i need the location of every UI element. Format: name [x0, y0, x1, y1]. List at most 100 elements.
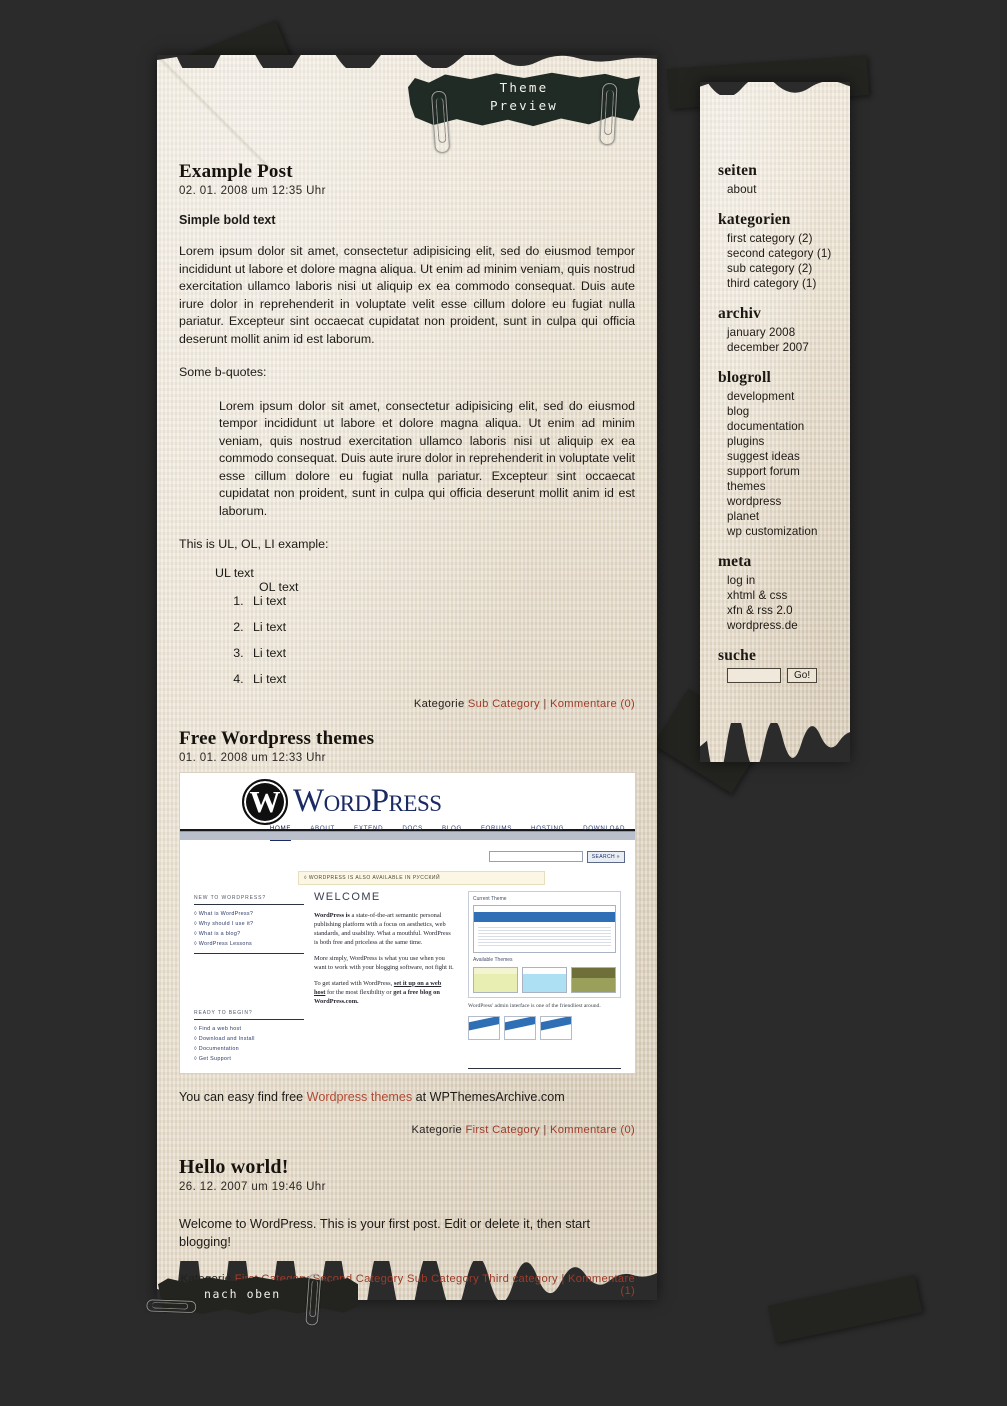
back-to-top-banner[interactable]: nach oben	[146, 1274, 358, 1326]
sidebar-list-meta: log in xhtml & css xfn & rss 2.0 wordpre…	[718, 573, 838, 633]
wp-nav-forums[interactable]: FORUMS	[481, 825, 512, 841]
sidebar-item-xfn-rss[interactable]: xfn & rss 2.0	[727, 603, 838, 618]
search-form: Go!	[718, 668, 838, 683]
sidebar-item-january-2008[interactable]: january 2008	[727, 325, 838, 340]
wp-left-link[interactable]: ◊ Find a web host	[194, 1026, 304, 1032]
search-input[interactable]	[727, 668, 781, 683]
sidebar-item-blog[interactable]: blog	[727, 404, 838, 419]
wp-left-link[interactable]: ◊ What is WordPress?	[194, 911, 304, 917]
wp-left-link[interactable]: ◊ WordPress Lessons	[194, 941, 304, 947]
list-item: Li text	[247, 672, 635, 686]
wp-logo: W WordPress	[242, 778, 442, 825]
post-free-wordpress-themes: Free Wordpress themes 01. 01. 2008 um 12…	[179, 728, 636, 1136]
post-title[interactable]: Free Wordpress themes	[179, 728, 635, 750]
wp-paragraph-3: To get started with WordPress, set it up…	[314, 979, 454, 1006]
wp-nav-blog[interactable]: BLOG	[442, 825, 462, 841]
wp-nav-about[interactable]: ABOUT	[310, 825, 335, 841]
search-go-button[interactable]: Go!	[787, 668, 818, 683]
sidebar-item-suggest-ideas[interactable]: suggest ideas	[727, 449, 838, 464]
list-item: Li text	[247, 594, 635, 608]
wp-search-input[interactable]	[488, 851, 583, 862]
sidebar-item-xhtml-css[interactable]: xhtml & css	[727, 588, 838, 603]
sidebar-item-log-in[interactable]: log in	[727, 573, 838, 588]
post-meta: Kategorie Sub Category | Kommentare (0)	[179, 698, 635, 710]
wp-left-link[interactable]: ◊ Why should I use it?	[194, 921, 304, 927]
ordered-list: Li text Li text Li text Li text	[225, 594, 635, 686]
back-to-top-label[interactable]: nach oben	[204, 1287, 281, 1301]
sidebar-item-development[interactable]: development	[727, 389, 838, 404]
sidebar-heading-kategorien: kategorien	[718, 211, 791, 228]
wordpress-w-icon: W	[242, 778, 288, 825]
post-date: 02. 01. 2008 um 12:35 Uhr	[179, 185, 326, 197]
wp-body: NEW TO WORDPRESS? ◊ What is WordPress? ◊…	[180, 890, 635, 1073]
tape-strip-bottom-right	[767, 1274, 923, 1344]
wp-para3-mid: for the most flexibility or	[325, 988, 394, 996]
sidebar-item-support-forum[interactable]: support forum	[727, 464, 838, 479]
sidebar-item-sub-category[interactable]: sub category (2)	[727, 261, 838, 276]
wp-para3-pre: To get started with WordPress,	[314, 979, 394, 987]
wp-nav-home[interactable]: HOME	[269, 825, 292, 841]
wp-theme-mini	[473, 966, 518, 993]
sidebar-item-third-category[interactable]: third category (1)	[727, 276, 838, 291]
wp-left-link[interactable]: ◊ Get Support	[194, 1056, 304, 1062]
post-paragraph: Lorem ipsum dolor sit amet, consectetur …	[179, 244, 635, 346]
ol-label: OL text	[259, 579, 299, 594]
sidebar-item-plugins[interactable]: plugins	[727, 434, 838, 449]
wp-available-themes	[473, 966, 616, 993]
wordpress-themes-link[interactable]: Wordpress themes	[307, 1090, 412, 1104]
sidebar-list-seiten: about	[718, 182, 838, 197]
sidebar-list-kategorien: first category (2) second category (1) s…	[718, 231, 838, 291]
sidebar-item-wordpress-de[interactable]: wordpress.de	[727, 618, 838, 633]
post-category-link[interactable]: First Category	[465, 1124, 539, 1136]
post-paragraph: Welcome to WordPress. This is your first…	[179, 1215, 591, 1249]
wp-search-button[interactable]: SEARCH »	[586, 850, 625, 863]
wp-search: SEARCH »	[488, 850, 625, 863]
sidebar-item-wordpress[interactable]: wordpress	[727, 494, 838, 509]
list-item: Li text	[247, 620, 635, 634]
wp-left-heading-1: NEW TO WORDPRESS?	[194, 895, 304, 905]
sidebar-item-about[interactable]: about	[727, 182, 838, 197]
post-category-link[interactable]: Sub Category	[468, 698, 540, 710]
wp-admin-preview-panel: Current Theme Available Themes	[468, 890, 621, 998]
wp-theme-mini	[522, 966, 567, 993]
sidebar-item-december-2007[interactable]: december 2007	[727, 340, 838, 355]
sidebar-heading-meta: meta	[718, 553, 752, 570]
sidebar-item-second-category[interactable]: second category (1)	[727, 246, 838, 261]
wp-nav-extend[interactable]: EXTEND	[354, 825, 383, 841]
post-list: Example Post 02. 01. 2008 um 12:35 Uhr S…	[179, 161, 636, 1300]
ul-item: UL text	[215, 565, 254, 580]
post-meta-label: Kategorie	[411, 1123, 463, 1136]
post-title[interactable]: Example Post	[179, 161, 635, 183]
post-lists: UL text OL text Li text Li text Li text …	[179, 566, 635, 686]
paperclip-icon	[430, 90, 451, 154]
meta-separator: |	[543, 1123, 547, 1136]
main-paper-sheet: Theme Preview Example Post 02. 01. 2008 …	[157, 55, 657, 1300]
wp-left-link[interactable]: ◊ Download and Install	[194, 1036, 304, 1042]
sidebar-item-themes[interactable]: themes	[727, 479, 838, 494]
wp-nav: HOME ABOUT EXTEND DOCS BLOG FORUMS HOSTI…	[180, 825, 635, 841]
post-title[interactable]: Hello world!	[179, 1156, 635, 1179]
paper-fold-shadow	[157, 55, 277, 175]
post-comments-link[interactable]: Kommentare (1)	[568, 1273, 635, 1297]
wp-feature-card	[468, 1016, 500, 1040]
wp-left-link[interactable]: ◊ What is a blog?	[194, 931, 304, 937]
wp-left-link[interactable]: ◊ Documentation	[194, 1046, 304, 1052]
wp-nav-hosting[interactable]: HOSTING	[531, 825, 564, 841]
post-comments-link[interactable]: Kommentare (0)	[550, 1124, 635, 1136]
wp-nav-download[interactable]: DOWNLOAD	[583, 825, 625, 841]
post-quote-intro: Some b-quotes:	[179, 365, 267, 379]
post-comments-link[interactable]: Kommentare (0)	[550, 698, 635, 710]
wp-right-column: Current Theme Available Themes WordPress…	[464, 890, 621, 1073]
wp-paragraph-2: More simply, WordPress is what you use w…	[314, 954, 454, 971]
sidebar-item-first-category[interactable]: first category (2)	[727, 231, 838, 246]
wp-nav-docs[interactable]: DOCS	[402, 825, 423, 841]
sidebar-item-wp-customization[interactable]: wp customization	[727, 524, 838, 539]
post-blockquote: Lorem ipsum dolor sit amet, consectetur …	[219, 398, 636, 518]
meta-separator: |	[561, 1272, 565, 1285]
sidebar: seiten about kategorien first category (…	[718, 162, 838, 683]
post-caption: You can easy find free Wordpress themes …	[179, 1088, 635, 1106]
sidebar-item-planet[interactable]: planet	[727, 509, 838, 524]
sidebar-item-documentation[interactable]: documentation	[727, 419, 838, 434]
sidebar-paper-sheet: seiten about kategorien first category (…	[700, 82, 850, 762]
post-meta: Kategorie First Category | Kommentare (0…	[179, 1124, 635, 1136]
